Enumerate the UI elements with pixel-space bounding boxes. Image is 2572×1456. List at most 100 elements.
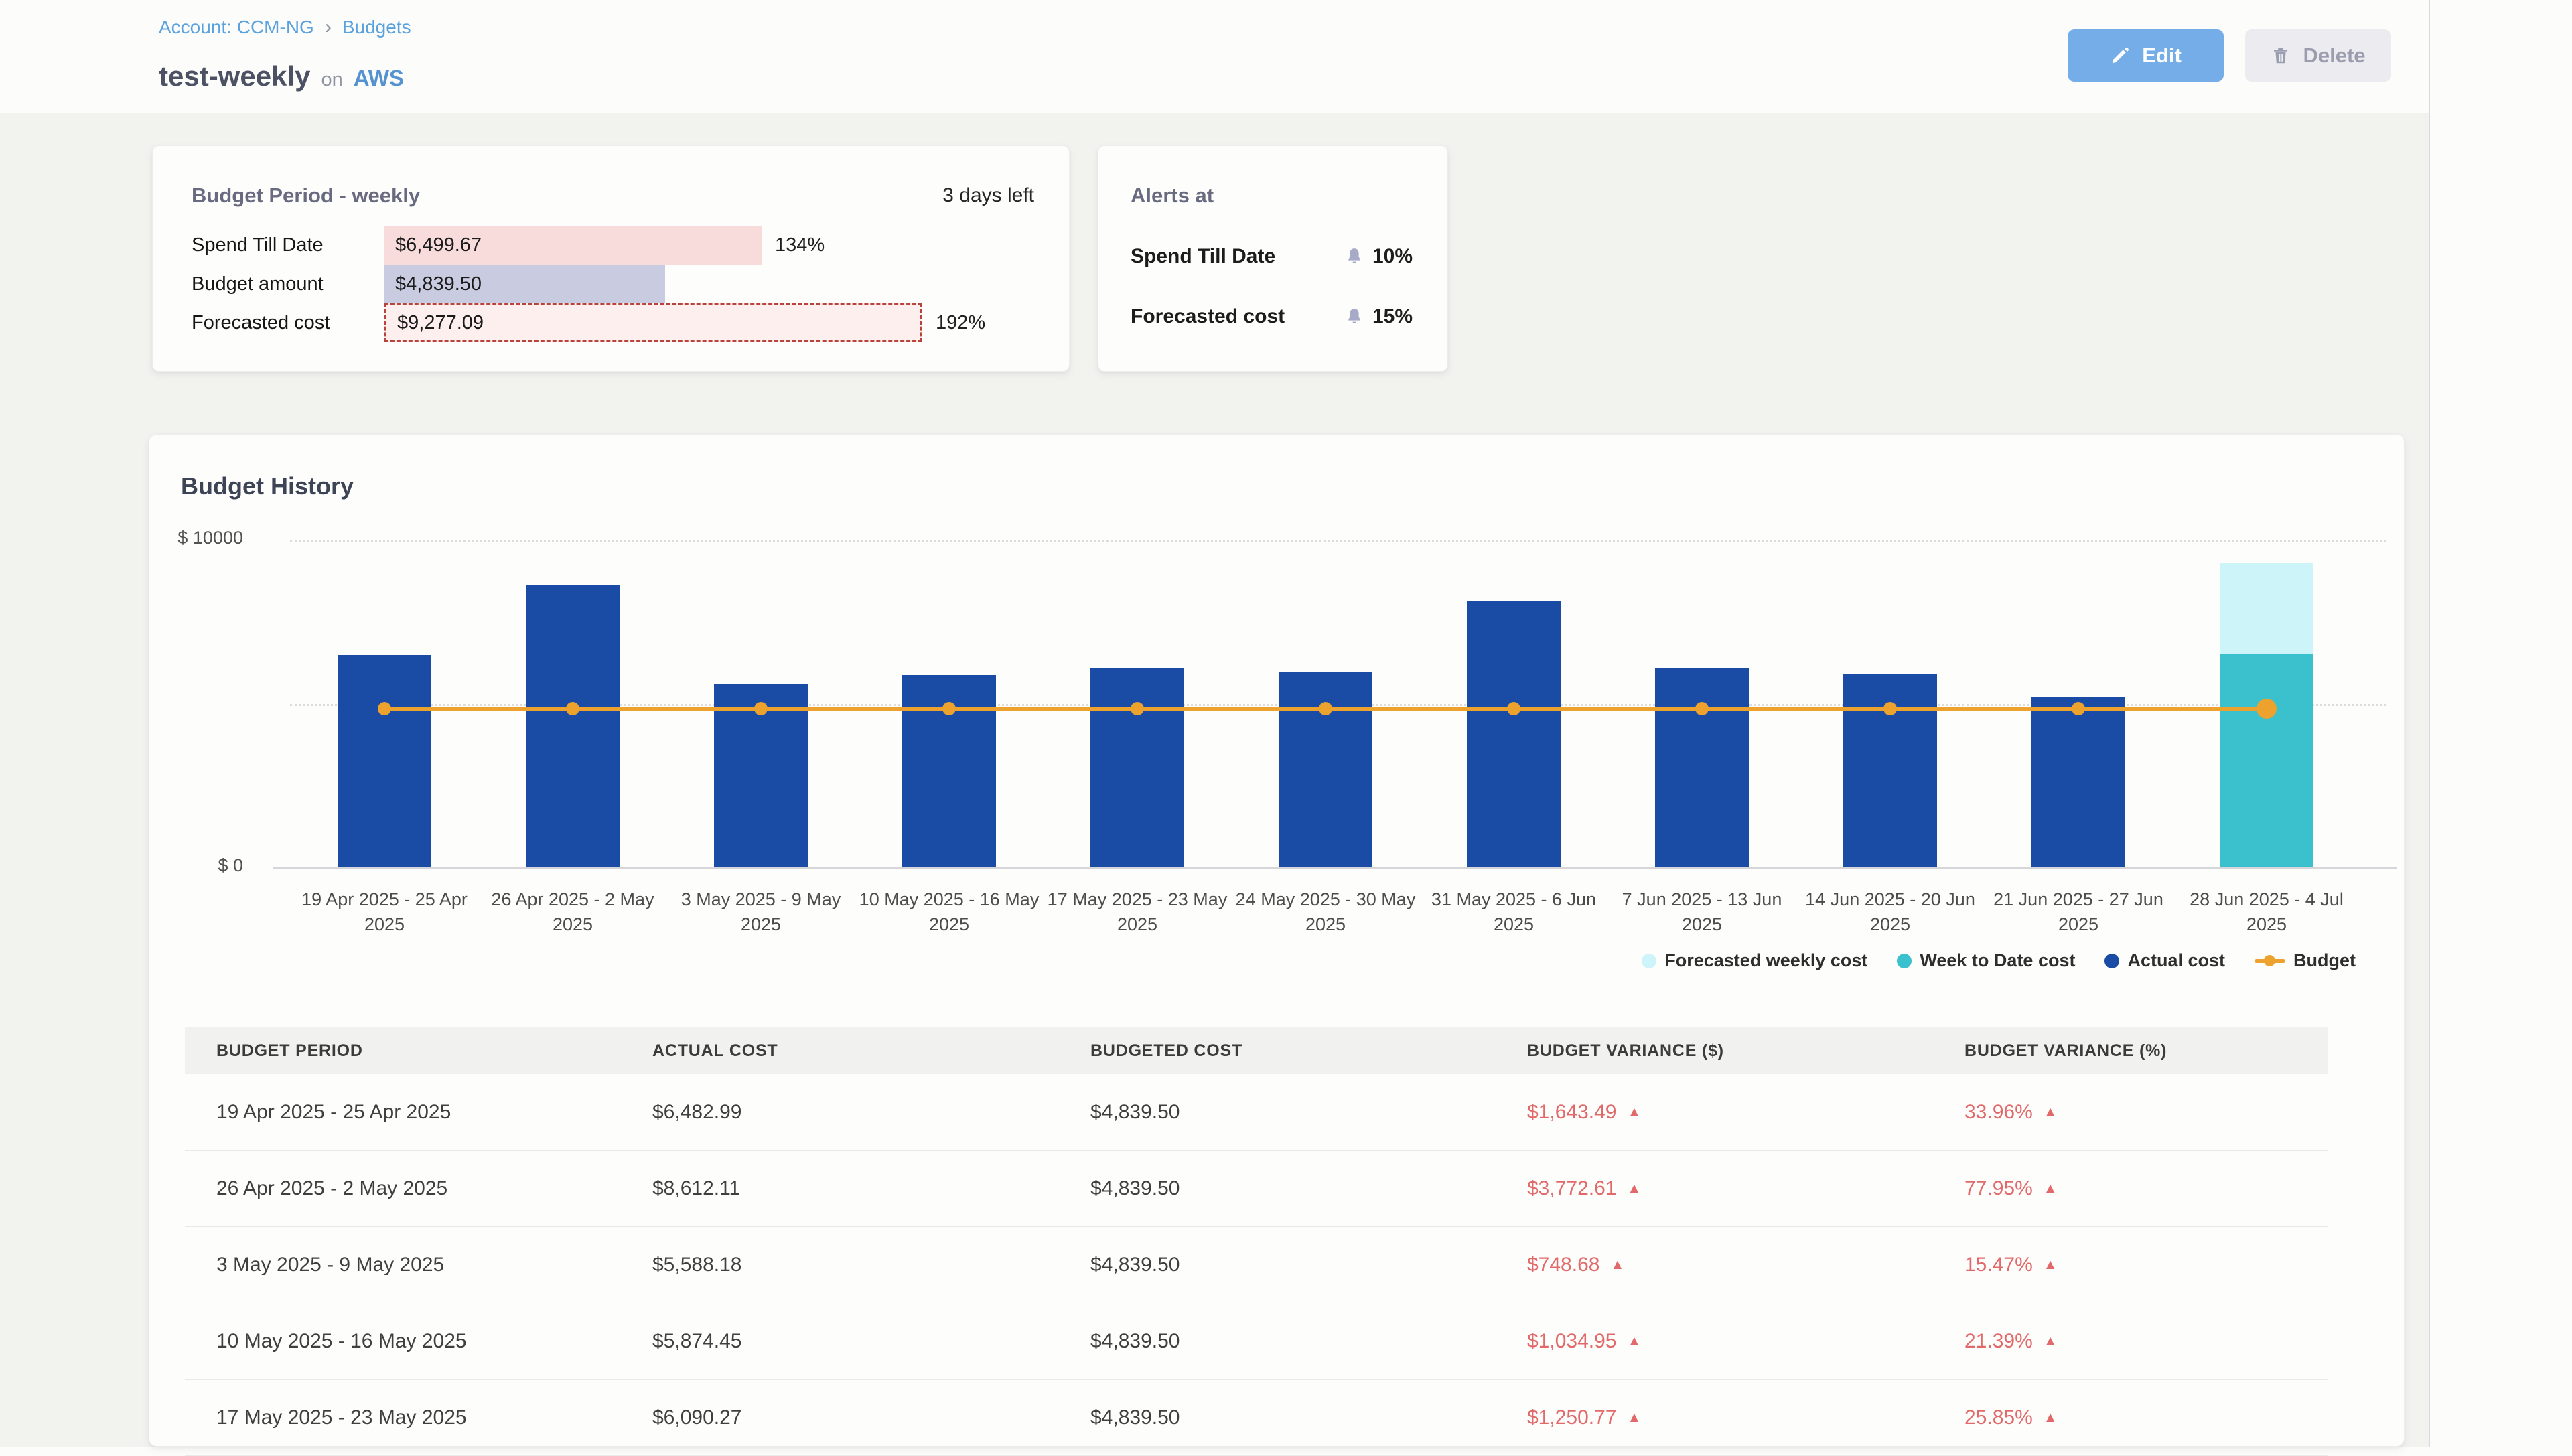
- cell-budgeted-cost: $4,839.50: [1059, 1177, 1496, 1200]
- alert-row: Spend Till Date10%: [1131, 236, 1413, 277]
- x-axis-category-label: 7 Jun 2025 - 13 Jun 2025: [1608, 887, 1796, 937]
- table-column-header: BUDGET PERIOD: [185, 1041, 621, 1061]
- table-column-header: BUDGET VARIANCE (%): [1933, 1041, 2328, 1061]
- budget-line-point: [754, 702, 768, 715]
- cell-budget-variance-usd: $748.68▲: [1496, 1254, 1933, 1277]
- budget-history-title: Budget History: [181, 472, 354, 500]
- cell-budgeted-cost: $4,839.50: [1059, 1101, 1496, 1124]
- cell-actual-cost: $5,588.18: [621, 1254, 1059, 1277]
- x-axis-line: [273, 867, 2397, 869]
- variance-usd-value: $1,643.49: [1527, 1101, 1616, 1123]
- legend-item: Week to Date cost: [1897, 950, 2075, 971]
- delete-button-label: Delete: [2303, 44, 2365, 68]
- variance-up-triangle-icon: ▲: [1627, 1181, 1641, 1197]
- cell-budgeted-cost: $4,839.50: [1059, 1254, 1496, 1277]
- budget-bar-value: $4,839.50: [395, 273, 482, 295]
- alert-threshold: 10%: [1344, 245, 1413, 268]
- pencil-icon: [2110, 46, 2130, 66]
- cell-budget-variance-usd: $1,034.95 ▲: [1496, 1330, 1933, 1353]
- variance-up-triangle-icon: ▲: [2044, 1257, 2058, 1273]
- x-axis-category-label: 10 May 2025 - 16 May 2025: [855, 887, 1043, 937]
- budget-period-title: Budget Period - weekly: [192, 184, 420, 208]
- app-root: Account: CCM-NG › Budgets test-weekly on…: [0, 0, 2430, 1447]
- page-header: Account: CCM-NG › Budgets test-weekly on…: [0, 0, 2429, 113]
- variance-usd-value: $1,034.95: [1527, 1330, 1616, 1352]
- days-left-label: 3 days left: [942, 184, 1034, 207]
- legend-line-dot-icon: [2264, 955, 2275, 966]
- x-axis-category-label: 28 Jun 2025 - 4 Jul 2025: [2173, 887, 2360, 937]
- cell-budget-variance-usd: $1,250.77▲: [1496, 1406, 1933, 1429]
- budget-line-point: [2072, 702, 2085, 715]
- cell-budget-variance-pct: 77.95%▲: [1933, 1177, 2328, 1200]
- budget-line-point: [2257, 699, 2277, 719]
- y-axis-tick-label: $ 0: [149, 855, 243, 876]
- edit-button[interactable]: Edit: [2068, 29, 2224, 82]
- variance-up-triangle-icon: ▲: [1627, 1410, 1641, 1426]
- legend-item: Budget: [2255, 950, 2356, 971]
- actual-cost-bar: [1655, 668, 1749, 867]
- forecast-bar: $9,277.09: [384, 303, 922, 342]
- legend-label: Actual cost: [2127, 950, 2225, 971]
- x-axis-category-label: 14 Jun 2025 - 20 Jun 2025: [1796, 887, 1984, 937]
- variance-up-triangle-icon: ▲: [2044, 1410, 2058, 1426]
- alerts-title: Alerts at: [1131, 184, 1214, 208]
- variance-up-triangle-icon: ▲: [1627, 1104, 1641, 1120]
- table-row[interactable]: 19 Apr 2025 - 25 Apr 2025$6,482.99$4,839…: [185, 1074, 2328, 1151]
- cell-actual-cost: $6,090.27: [621, 1406, 1059, 1429]
- variance-pct-value: 77.95%: [1964, 1177, 2033, 1199]
- x-axis-category-label: 19 Apr 2025 - 25 Apr 2025: [291, 887, 478, 937]
- actual-cost-bar: [2031, 697, 2125, 867]
- table-column-header: BUDGET VARIANCE ($): [1496, 1041, 1933, 1061]
- budget-name: test-weekly: [159, 60, 310, 92]
- alert-threshold-value: 15%: [1372, 305, 1413, 328]
- chevron-right-icon: ›: [325, 16, 332, 39]
- cell-budget-period: 19 Apr 2025 - 25 Apr 2025: [185, 1101, 621, 1124]
- legend-label: Budget: [2293, 950, 2356, 971]
- table-row[interactable]: 17 May 2025 - 23 May 2025$6,090.27$4,839…: [185, 1380, 2328, 1456]
- cell-actual-cost: $6,482.99: [621, 1101, 1059, 1124]
- table-row[interactable]: 3 May 2025 - 9 May 2025$5,588.18$4,839.5…: [185, 1227, 2328, 1303]
- budget-period-bars: Spend Till Date$6,499.67134%Budget amoun…: [192, 226, 1056, 342]
- forecasted-weekly-cost-bar: [2220, 563, 2313, 654]
- gridline: [290, 540, 2386, 542]
- breadcrumb-account-link[interactable]: Account: CCM-NG: [159, 17, 314, 38]
- legend-line-icon: [2255, 959, 2285, 963]
- budget-period-card: Budget Period - weekly 3 days left Spend…: [152, 145, 1070, 372]
- bell-icon: [1344, 246, 1364, 267]
- budget-line-point: [1507, 702, 1520, 715]
- alert-row-label: Forecasted cost: [1131, 305, 1285, 328]
- x-axis-category-label: 3 May 2025 - 9 May 2025: [667, 887, 855, 937]
- legend-dot-icon: [1642, 954, 1656, 968]
- alert-threshold-value: 10%: [1372, 245, 1413, 268]
- alert-threshold: 15%: [1344, 305, 1413, 328]
- legend-dot-icon: [2104, 954, 2119, 968]
- variance-pct-value: 15.47%: [1964, 1254, 2033, 1276]
- cell-budget-period: 3 May 2025 - 9 May 2025: [185, 1254, 621, 1277]
- actual-cost-bar: [1467, 601, 1561, 867]
- alerts-card: Alerts at Spend Till Date10% Forecasted c…: [1098, 145, 1448, 372]
- delete-button[interactable]: Delete: [2245, 29, 2391, 82]
- actual-cost-bar: [1279, 672, 1372, 867]
- variance-usd-value: $748.68: [1527, 1254, 1599, 1276]
- budget-period-row-label: Budget amount: [192, 265, 384, 303]
- table-row[interactable]: 26 Apr 2025 - 2 May 2025$8,612.11$4,839.…: [185, 1151, 2328, 1227]
- breadcrumb-budgets-link[interactable]: Budgets: [342, 17, 411, 38]
- budget-period-row: Budget amount $4,839.50: [192, 265, 1056, 303]
- budget-line-point: [1883, 702, 1897, 715]
- forecast-percent-label: 192%: [936, 303, 985, 342]
- budget-period-row-label: Spend Till Date: [192, 226, 384, 265]
- budget-period-row: Spend Till Date$6,499.67134%: [192, 226, 1056, 265]
- cell-actual-cost: $8,612.11: [621, 1177, 1059, 1200]
- title-connector: on: [321, 69, 342, 91]
- variance-up-triangle-icon: ▲: [1627, 1333, 1641, 1350]
- table-row[interactable]: 10 May 2025 - 16 May 2025$5,874.45$4,839…: [185, 1303, 2328, 1380]
- week-to-date-cost-bar: [2220, 654, 2313, 867]
- budget-line-point: [1319, 702, 1332, 715]
- budget-history-table: BUDGET PERIODACTUAL COSTBUDGETED COSTBUD…: [185, 1027, 2328, 1456]
- cell-budget-period: 26 Apr 2025 - 2 May 2025: [185, 1177, 621, 1200]
- x-axis-category-label: 24 May 2025 - 30 May 2025: [1232, 887, 1419, 937]
- x-axis-category-label: 17 May 2025 - 23 May 2025: [1044, 887, 1231, 937]
- variance-up-triangle-icon: ▲: [2044, 1333, 2058, 1350]
- trash-icon: [2271, 46, 2291, 66]
- breadcrumb: Account: CCM-NG › Budgets: [159, 16, 411, 39]
